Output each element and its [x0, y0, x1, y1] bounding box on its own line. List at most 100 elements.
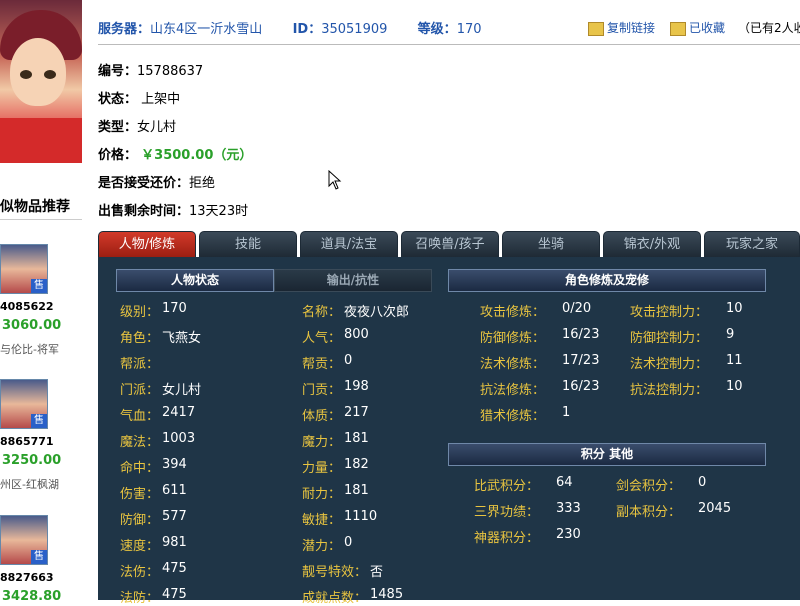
- stat-label: 魔法：: [120, 435, 160, 450]
- level-value: 170: [456, 22, 482, 37]
- tab-character[interactable]: 人物/修炼: [98, 231, 196, 257]
- cult-label: 法术修炼：: [480, 357, 546, 372]
- field-number: 编号：15788637: [98, 64, 204, 79]
- stat-value: 0: [344, 535, 353, 550]
- points-value: 64: [556, 475, 573, 490]
- field-type: 类型：女儿村: [98, 120, 177, 135]
- server-value: 山东4区一沂水雪山: [150, 22, 263, 37]
- tab-items[interactable]: 道具/法宝: [300, 231, 398, 257]
- favorited-label: 已收藏: [689, 21, 726, 35]
- tab-summons[interactable]: 召唤兽/孩子: [401, 231, 499, 257]
- cult-label: 猎术修炼：: [480, 409, 546, 424]
- id-label: ID：: [292, 22, 322, 37]
- recommend-item[interactable]: 售 8827663 3428.80: [0, 515, 82, 604]
- stat-label: 帮派：: [120, 357, 160, 372]
- recommend-id[interactable]: 4085622: [0, 300, 54, 313]
- cult-label: 抗法修炼：: [480, 383, 546, 398]
- copy-link-button[interactable]: 复制链接: [588, 19, 655, 36]
- recommend-server: 与伦比-将军: [0, 343, 59, 356]
- stat-value: 0: [344, 353, 353, 368]
- field-remaining-time: 出售剩余时间：13天23时: [98, 204, 249, 219]
- cult-control-label: 防御控制力：: [630, 331, 709, 346]
- recommend-price: 3060.00: [2, 318, 62, 333]
- stat-value: 577: [162, 509, 187, 524]
- favorite-count: （已有2人收: [738, 21, 800, 35]
- stat-label: 法伤：: [120, 565, 160, 580]
- tab-home[interactable]: 玩家之家: [704, 231, 800, 257]
- recommend-title: 似物品推荐: [0, 199, 70, 215]
- stat-label: 气血：: [120, 409, 160, 424]
- cult-value: 16/23: [562, 327, 600, 342]
- stat-label: 法防：: [120, 591, 160, 606]
- stat-label: 魔力：: [302, 435, 342, 450]
- tab-bar: 人物/修炼 技能 道具/法宝 召唤兽/孩子 坐骑 锦衣/外观 玩家之家: [98, 231, 800, 257]
- points-label: 副本积分：: [616, 505, 682, 520]
- section-output-resist[interactable]: 输出/抗性: [274, 269, 432, 292]
- recommend-id[interactable]: 8827663: [0, 571, 54, 584]
- points-label: 剑会积分：: [616, 479, 682, 494]
- tab-appearance[interactable]: 锦衣/外观: [603, 231, 701, 257]
- cult-control-label: 抗法控制力：: [630, 383, 709, 398]
- stat-value: 800: [344, 327, 369, 342]
- points-label: 神器积分：: [474, 531, 540, 546]
- stat-value: 181: [344, 483, 369, 498]
- stat-label: 角色：: [120, 331, 160, 346]
- stat-value: 170: [162, 301, 187, 316]
- id-value: 35051909: [321, 22, 388, 37]
- tab-skills[interactable]: 技能: [199, 231, 297, 257]
- points-value: 333: [556, 501, 581, 516]
- stat-label: 人气：: [302, 331, 342, 346]
- tab-mounts[interactable]: 坐骑: [502, 231, 600, 257]
- favorited-button[interactable]: 已收藏: [670, 19, 725, 36]
- cult-label: 攻击修炼：: [480, 305, 546, 320]
- points-label: 三界功绩：: [474, 505, 540, 520]
- stat-value: 1003: [162, 431, 196, 446]
- stat-value: 2417: [162, 405, 196, 420]
- recommend-thumb[interactable]: 售: [0, 515, 48, 565]
- points-value: 0: [698, 475, 707, 490]
- stat-label: 命中：: [120, 461, 160, 476]
- recommend-thumb[interactable]: 售: [0, 244, 48, 294]
- header-info: 服务器：山东4区一沂水雪山 ID：35051909 等级：170: [98, 18, 482, 37]
- section-char-status[interactable]: 人物状态: [116, 269, 274, 292]
- stat-label: 力量：: [302, 461, 342, 476]
- stat-value: 475: [162, 561, 187, 576]
- field-status: 状态： 上架中: [98, 92, 181, 107]
- stat-label: 名称：: [302, 305, 342, 320]
- section-points: 积分 其他: [448, 443, 766, 466]
- recommend-item[interactable]: 售 8865771 3250.00 州区-红枫湖: [0, 379, 82, 491]
- stat-value: 夜夜八次郎: [344, 305, 410, 320]
- cult-control-label: 法术控制力：: [630, 357, 709, 372]
- stat-value: 217: [344, 405, 369, 420]
- cult-control-value: 10: [726, 379, 743, 394]
- cult-value: 0/20: [562, 301, 592, 316]
- cult-value: 16/23: [562, 379, 600, 394]
- stat-label: 成就点数：: [302, 591, 368, 606]
- cult-control-label: 攻击控制力：: [630, 305, 709, 320]
- mouse-cursor-icon: [328, 170, 342, 190]
- stat-label: 潜力：: [302, 539, 342, 554]
- recommend-divider: [0, 219, 82, 220]
- recommend-item[interactable]: 售 4085622 3060.00 与伦比-将军: [0, 244, 82, 356]
- section-cultivation: 角色修炼及宠修: [448, 269, 766, 292]
- cult-control-value: 11: [726, 353, 743, 368]
- points-value: 2045: [698, 501, 732, 516]
- cult-label: 防御修炼：: [480, 331, 546, 346]
- cult-value: 1: [562, 405, 571, 420]
- stat-label: 伤害：: [120, 487, 160, 502]
- recommend-thumb[interactable]: 售: [0, 379, 48, 429]
- recommend-server: 州区-红枫湖: [0, 478, 59, 491]
- stat-label: 帮贡：: [302, 357, 342, 372]
- character-avatar: [0, 0, 82, 163]
- cult-control-value: 10: [726, 301, 743, 316]
- recommend-id[interactable]: 8865771: [0, 435, 54, 448]
- stat-value: 182: [344, 457, 369, 472]
- stat-label: 敏捷：: [302, 513, 342, 528]
- stat-label: 耐力：: [302, 487, 342, 502]
- points-label: 比武积分：: [474, 479, 540, 494]
- recommend-price: 3428.80: [2, 589, 62, 604]
- stat-label: 防御：: [120, 513, 160, 528]
- server-label: 服务器：: [98, 22, 151, 37]
- header-divider: [98, 44, 800, 45]
- field-price: 价格： ￥3500.00（元）: [98, 148, 253, 163]
